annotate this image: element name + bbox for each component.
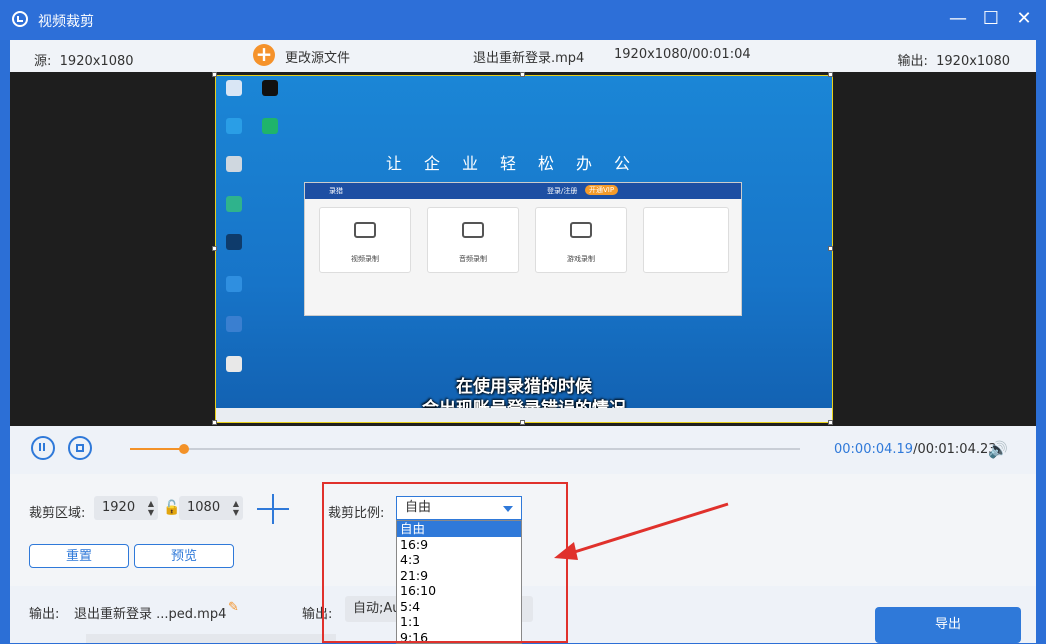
change-source-link[interactable]: 更改源文件 [285,47,350,66]
crop-handle[interactable] [828,420,833,425]
inner-app-window: 录猎 登录/注册 开通VIP 视频录制 音频录制 游戏录制 [304,182,742,316]
playback-bar: 00:00:04.19/00:01:04.23 🔊 [10,426,1036,474]
crop-area-label: 裁剪区域: [29,502,85,521]
output-info: 输出: 1920x1080 [897,50,1010,69]
file-name: 退出重新登录.mp4 [473,47,584,66]
crop-handle[interactable] [520,72,525,77]
output-label: 输出: [29,603,59,622]
crop-handle[interactable] [828,72,833,77]
progress-track[interactable] [130,448,800,450]
stop-button[interactable] [68,436,92,460]
crop-handle[interactable] [828,246,833,251]
crop-handle[interactable] [212,246,217,251]
annotation-arrow [540,496,740,566]
unlock-icon[interactable]: 🔓 [163,500,180,516]
preview-button[interactable]: 预览 [134,544,234,568]
add-icon[interactable]: + [253,44,275,66]
time-display: 00:00:04.19/00:01:04.23 [834,442,997,457]
recycle-bin-icon [226,156,242,172]
progress-knob[interactable] [179,444,189,454]
desktop-icon [226,234,242,250]
desktop-icon [226,80,242,96]
desktop-icon [262,80,278,96]
desktop-icon [226,118,242,134]
inner-app-header: 录猎 登录/注册 开通VIP [305,183,741,199]
crop-height-input[interactable]: 1080▲▼ [179,496,243,520]
tools-card [643,207,729,273]
desktop-icon [226,276,242,292]
export-button[interactable]: 导出 [875,607,1021,643]
crop-handle[interactable] [212,420,217,425]
crop-width-input[interactable]: 1920▲▼ [94,496,158,520]
crop-handle[interactable] [520,420,525,425]
desktop-icon [226,196,242,212]
crop-app-icon [12,11,28,27]
edit-icon[interactable]: ✎ [228,600,239,615]
file-info: 1920x1080/00:01:04 [614,47,751,62]
crop-handle[interactable] [212,72,217,77]
progress-fill [130,448,184,450]
reset-button[interactable]: 重置 [29,544,129,568]
volume-icon[interactable]: 🔊 [988,440,1008,459]
minimize-button[interactable]: — [947,8,969,30]
video-record-card: 视频录制 [319,207,411,273]
desktop-icon [262,118,278,134]
info-bar: 源: 1920x1080 + 更改源文件 退出重新登录.mp4 1920x108… [10,40,1036,72]
output-path-field[interactable] [86,634,336,643]
maximize-button[interactable]: ☐ [980,8,1002,30]
video-slogan: 让企业轻松办公 [386,150,652,174]
desktop-icon [226,316,242,332]
output-filename: 退出重新登录 ...ped.mp4 [74,603,226,622]
window-title: 视频裁剪 [38,11,94,31]
source-info: 源: 1920x1080 [34,50,134,69]
pause-button[interactable] [31,436,55,460]
desktop-icon [226,356,242,372]
title-bar: 视频裁剪 — ☐ ✕ [0,0,1046,40]
video-frame[interactable]: 让企业轻松办公 录猎 登录/注册 开通VIP 视频录制 音频录制 游戏录制 在使… [215,75,833,423]
game-record-card: 游戏录制 [535,207,627,273]
center-crop-icon[interactable] [257,494,289,524]
annotation-box [322,482,568,643]
close-button[interactable]: ✕ [1013,8,1035,30]
audio-record-card: 音频录制 [427,207,519,273]
video-preview: 让企业轻松办公 录猎 登录/注册 开通VIP 视频录制 音频录制 游戏录制 在使… [10,72,1036,426]
